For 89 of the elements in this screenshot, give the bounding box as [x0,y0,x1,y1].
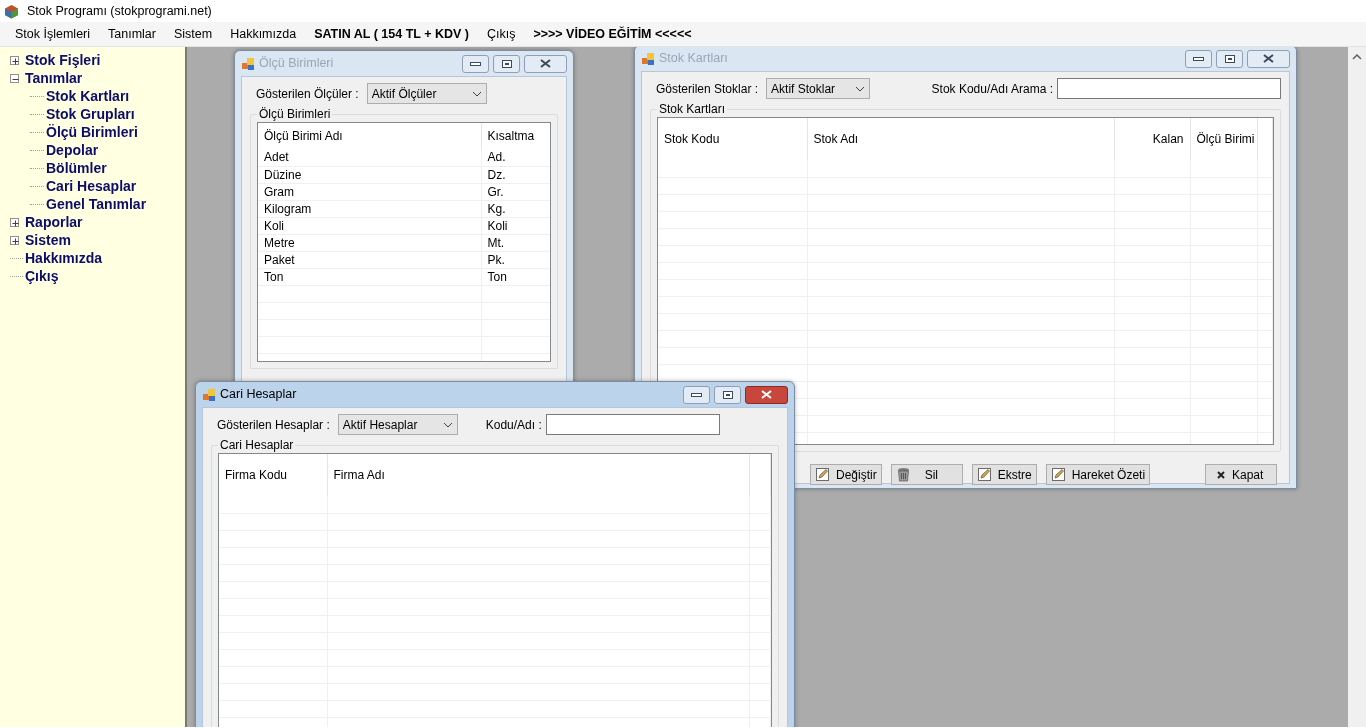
edit-icon [976,467,992,482]
table-cell: Adet [264,150,289,165]
table-cell: Mt. [487,235,505,250]
chevron-down-icon [471,90,482,97]
search-label: Kodu/Adı : [485,416,542,434]
toolbar-button[interactable]: Kapat [1205,464,1277,485]
toolbar-button[interactable]: Ekstre [971,464,1037,485]
minimize-icon [470,61,481,66]
menu-item[interactable]: SATIN AL ( 154 TL + KDV ) [305,24,478,44]
table-cell: Metre [264,235,295,250]
filter-dropdown[interactable]: Aktif Ölçüler [366,83,487,104]
minimize-button[interactable] [1185,49,1212,68]
maximize-button[interactable] [1216,49,1243,68]
chevron-down-icon [442,421,453,428]
menu-item[interactable]: Hakkımızda [221,24,306,44]
close-button[interactable] [524,54,567,73]
chevron-down-icon [854,85,865,92]
table-cell: Düzine [264,167,302,182]
column-header[interactable]: Ölçü Birimi [1196,132,1255,146]
search-field[interactable] [545,414,720,435]
minimize-button[interactable] [683,385,710,404]
search-label: Stok Kodu/Adı Arama : [931,80,1053,98]
table-cell: Ad. [487,150,506,165]
column-header[interactable]: Kalan [1152,132,1184,146]
group-box-title: Cari Hesaplar [219,439,295,451]
window-title: Ölçü Birimleri [259,55,335,73]
close-icon [761,390,772,399]
expander-icon[interactable] [10,55,19,65]
window-icon [202,387,216,402]
scroll-up-icon[interactable] [1352,53,1362,61]
window-icon [241,56,255,71]
filter-label: Gösterilen Stoklar : [656,80,759,98]
edit-icon [815,467,830,482]
vertical-scrollbar[interactable] [1348,47,1366,727]
column-header[interactable]: Stok Kodu [664,132,720,146]
minimize-icon [691,392,702,397]
filter-dropdown[interactable]: Aktif Stoklar [766,78,870,99]
maximize-icon [501,59,512,68]
menu-item[interactable]: Tanımlar [99,24,165,44]
expander-icon[interactable] [10,217,19,227]
column-header[interactable]: Firma Adı [333,468,385,482]
table-cell: Gr. [487,184,504,199]
table-cell: Gram [264,184,294,199]
window-title: Cari Hesaplar [220,386,298,404]
group-box-title: Stok Kartları [658,103,727,115]
maximize-button[interactable] [493,54,520,73]
toolbar-button[interactable]: Sil [890,464,963,485]
table-cell: Koli [487,218,508,233]
close-button[interactable] [1247,49,1290,68]
table-cell: Ton [264,269,284,284]
window-title: Stok Kartları [659,50,729,68]
expander-icon[interactable] [10,235,19,245]
table-cell: Koli [264,218,284,233]
filter-label: Gösterilen Hesaplar : [217,416,330,434]
close-icon [540,59,551,68]
column-header[interactable]: Kısaltma [487,129,535,143]
close-icon [1216,469,1226,480]
window-icon [641,51,655,66]
column-header[interactable]: Ölçü Birimi Adı [264,129,343,143]
minimize-button[interactable] [462,54,489,73]
menu-item[interactable]: >>>> VİDEO EĞİTİM <<<<< [524,24,701,44]
column-header[interactable]: Firma Kodu [225,468,288,482]
close-icon [1263,54,1274,63]
minimize-icon [1193,56,1204,61]
maximize-button[interactable] [714,385,741,404]
group-box-title: Ölçü Birimleri [258,108,332,120]
table-cell: Ton [487,269,507,284]
table-cell: Paket [264,252,295,267]
menu-item[interactable]: Sistem [164,24,222,44]
column-header[interactable]: Stok Adı [813,132,859,146]
edit-icon [1050,467,1066,482]
table-cell: Kilogram [264,201,312,216]
window-title: Stok Programı (stokprogrami.net) [27,2,212,20]
menu-item[interactable]: Stok İşlemleri [6,24,100,44]
toolbar-button[interactable]: Değiştir [810,464,882,485]
table-cell: Pk. [487,252,505,267]
maximize-icon [1224,54,1235,63]
toolbar-button[interactable]: Hareket Özeti [1045,464,1151,485]
close-button[interactable] [745,385,788,404]
app-icon [4,3,19,19]
menu-item[interactable]: Çıkış [477,24,525,44]
trash-icon [895,467,911,482]
table-cell: Dz. [487,167,506,182]
table-cell: Kg. [487,201,506,216]
search-field[interactable] [1057,78,1281,99]
maximize-icon [722,390,733,399]
expander-icon[interactable] [10,73,19,83]
filter-dropdown[interactable]: Aktif Hesaplar [337,414,458,435]
filter-label: Gösterilen Ölçüler : [256,85,359,103]
